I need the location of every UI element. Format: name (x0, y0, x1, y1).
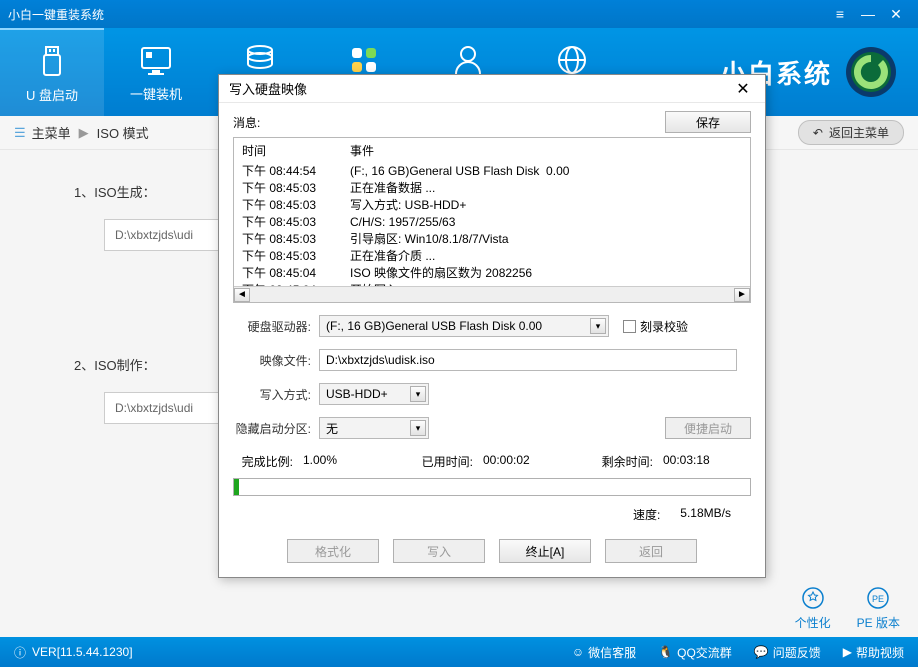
version-text: VER[11.5.44.1230] (32, 645, 133, 659)
log-rows[interactable]: 下午 08:44:54(F:, 16 GB)General USB Flash … (234, 163, 750, 291)
log-row: 下午 08:45:03写入方式: USB-HDD+ (242, 197, 742, 214)
database-icon (240, 42, 280, 78)
menu-icon[interactable]: ≡ (826, 4, 854, 24)
apps-icon (344, 42, 384, 78)
chevron-down-icon: ▾ (590, 318, 606, 334)
dialog-titlebar: 写入硬盘映像 ✕ (219, 75, 765, 103)
crumb-sep-icon: ▶ (79, 125, 89, 141)
write-mode-label: 写入方式: (233, 386, 319, 403)
quick-boot-button[interactable]: 便捷启动 (665, 417, 751, 439)
write-button[interactable]: 写入 (393, 539, 485, 563)
qq-link[interactable]: 🐧QQ交流群 (658, 644, 732, 661)
checkbox-icon (623, 320, 636, 333)
log-row: 下午 08:45:03正在准备介质 ... (242, 248, 742, 265)
version-link[interactable]: ⓘ VER[11.5.44.1230] (14, 644, 133, 661)
app-title: 小白一键重装系统 (8, 6, 826, 23)
video-link[interactable]: ▶帮助视频 (843, 644, 904, 661)
log-row: 下午 08:44:54(F:, 16 GB)General USB Flash … (242, 163, 742, 180)
pe-version-link[interactable]: PE PE 版本 (857, 584, 900, 631)
image-label: 映像文件: (233, 352, 319, 369)
chevron-down-icon: ▾ (410, 386, 426, 402)
back-arrow-icon: ↶ (813, 126, 823, 140)
hidden-partition-dropdown[interactable]: 无 ▾ (319, 417, 429, 439)
personalize-link[interactable]: 个性化 (795, 584, 831, 631)
back-label: 返回主菜单 (829, 124, 889, 141)
user-icon (448, 42, 488, 78)
log-head-event: 事件 (350, 142, 374, 159)
svg-text:PE: PE (872, 594, 884, 604)
hidden-label: 隐藏启动分区: (233, 420, 319, 437)
tool-onekey[interactable]: 一键装机 (104, 28, 208, 116)
back-main-button[interactable]: ↶ 返回主菜单 (798, 120, 904, 145)
tool-usb-boot[interactable]: U 盘启动 (0, 28, 104, 116)
progress-bar (233, 478, 751, 496)
return-button[interactable]: 返回 (605, 539, 697, 563)
image-value: D:\xbxtzjds\udisk.iso (326, 353, 435, 367)
log-row: 下午 08:45:03引导扇区: Win10/8.1/8/7/Vista (242, 231, 742, 248)
feedback-link[interactable]: 💬问题反馈 (754, 644, 821, 661)
remain-label: 剩余时间: (593, 453, 653, 470)
log-box: 时间 事件 下午 08:44:54(F:, 16 GB)General USB … (233, 137, 751, 303)
crumb-mode: ISO 模式 (97, 123, 149, 142)
personalize-label: 个性化 (795, 614, 831, 631)
image-file-field[interactable]: D:\xbxtzjds\udisk.iso (319, 349, 737, 371)
log-row: 下午 08:45:03正在准备数据 ... (242, 180, 742, 197)
remain-value: 00:03:18 (663, 453, 743, 470)
crumb-list-icon: ☰ (14, 125, 26, 141)
done-label: 完成比例: (233, 453, 293, 470)
pe-label: PE 版本 (857, 614, 900, 631)
log-scrollbar[interactable]: ◄ ► (234, 286, 750, 302)
dialog-title: 写入硬盘映像 (229, 79, 731, 98)
write-disk-image-dialog: 写入硬盘映像 ✕ 消息: 保存 时间 事件 下午 08:44:54(F:, 16… (218, 74, 766, 578)
burn-check-label: 刻录校验 (640, 318, 688, 335)
log-row: 下午 08:45:03C/H/S: 1957/255/63 (242, 214, 742, 231)
log-row: 下午 08:45:04ISO 映像文件的扇区数为 2082256 (242, 265, 742, 282)
wechat-icon: ☺ (572, 645, 584, 659)
bottom-tools: 个性化 PE PE 版本 (795, 584, 900, 631)
write-mode-value: USB-HDD+ (326, 387, 388, 401)
elapsed-value: 00:00:02 (483, 453, 563, 470)
elapsed-label: 已用时间: (413, 453, 473, 470)
minimize-button[interactable]: — (854, 4, 882, 24)
chevron-down-icon: ▾ (410, 420, 426, 436)
message-label: 消息: (233, 114, 665, 131)
globe-icon (552, 42, 592, 78)
chat-icon: 💬 (754, 645, 769, 659)
info-icon: ⓘ (14, 644, 26, 661)
write-mode-dropdown[interactable]: USB-HDD+ ▾ (319, 383, 429, 405)
close-button[interactable]: ✕ (882, 4, 910, 24)
scroll-left-icon[interactable]: ◄ (234, 288, 250, 302)
tool-label: U 盘启动 (26, 85, 78, 104)
dialog-close-button[interactable]: ✕ (731, 79, 755, 99)
pe-icon: PE (864, 584, 892, 612)
scroll-right-icon[interactable]: ► (734, 288, 750, 302)
drive-value: (F:, 16 GB)General USB Flash Disk 0.00 (326, 319, 542, 333)
hidden-value: 无 (326, 420, 338, 437)
speed-label: 速度: (633, 506, 660, 523)
drive-label: 硬盘驱动器: (233, 318, 319, 335)
brand-logo-icon (844, 45, 898, 99)
footer: ⓘ VER[11.5.44.1230] ☺微信客服 🐧QQ交流群 💬问题反馈 ▶… (0, 637, 918, 667)
speed-value: 5.18MB/s (680, 506, 731, 523)
format-button[interactable]: 格式化 (287, 539, 379, 563)
monitor-icon (136, 42, 176, 78)
drive-dropdown[interactable]: (F:, 16 GB)General USB Flash Disk 0.00 ▾ (319, 315, 609, 337)
progress-fill (234, 479, 239, 495)
done-value: 1.00% (303, 453, 383, 470)
crumb-main[interactable]: 主菜单 (32, 123, 71, 142)
log-head-time: 时间 (242, 142, 350, 159)
video-icon: ▶ (843, 645, 852, 659)
stop-button[interactable]: 终止[A] (499, 539, 591, 563)
qq-icon: 🐧 (658, 645, 673, 659)
usb-icon (32, 43, 72, 79)
wechat-link[interactable]: ☺微信客服 (572, 644, 636, 661)
save-button[interactable]: 保存 (665, 111, 751, 133)
burn-check[interactable]: 刻录校验 (623, 318, 688, 335)
tool-label: 一键装机 (130, 84, 182, 103)
star-gear-icon (799, 584, 827, 612)
titlebar: 小白一键重装系统 ≡ — ✕ (0, 0, 918, 28)
